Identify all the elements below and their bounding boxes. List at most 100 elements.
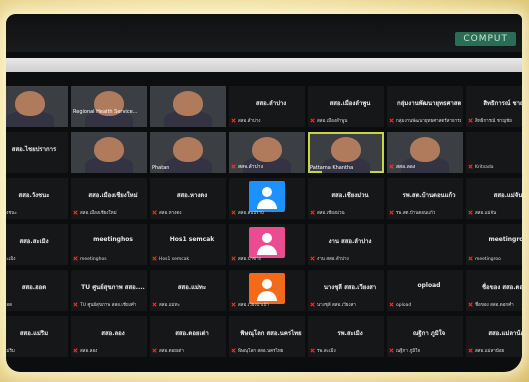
participant-name: opload xyxy=(417,282,441,289)
taskbar-dock xyxy=(24,370,144,372)
participant-tile[interactable]: สสอ.เมืองเชียงใหม่ สสอ.เมืองเชียงใหม่ xyxy=(71,178,147,219)
participant-tile[interactable]: งาน สสอ.ลำปาง งาน สสอ.ลำปาง xyxy=(308,224,384,265)
participant-tile[interactable] xyxy=(387,224,463,265)
participant-tile[interactable]: สสอ.แม่ทะ สสอ.แม่ทะ xyxy=(150,270,226,311)
participant-caption: สสอ.ลำปาง xyxy=(231,117,303,124)
participant-tile[interactable]: opload opload xyxy=(387,270,463,311)
participant-name: Hos1 semcak xyxy=(169,236,215,243)
participant-caption-text: สสอ.ลอง xyxy=(80,349,98,354)
mic-muted-icon xyxy=(231,256,236,261)
participant-caption-text: รพ.สต.บ้านดอนแก้ว xyxy=(396,211,436,216)
participant-caption-text: opload xyxy=(396,303,412,308)
participant-tile[interactable]: สสอ.สบปราบ xyxy=(229,178,305,219)
participant-tile[interactable]: Kritsada xyxy=(466,132,522,173)
participant-tile[interactable]: สสอ.ลอง สสอ.ลอง xyxy=(71,316,147,357)
participant-caption: Phatan xyxy=(152,165,169,171)
participant-tile[interactable]: สสอ.สะเมิงสสอ.สะเมิง xyxy=(6,224,68,265)
participant-caption: Pattama Khantha xyxy=(310,165,353,171)
participant-caption-text: สสอ.ลอง xyxy=(396,164,416,170)
participant-name: สสอ.ดอยเต่า xyxy=(175,330,209,337)
participant-name: สสอ.สะเมิง xyxy=(19,238,49,245)
participant-caption-text: สสอ.เมืองลำพูน xyxy=(317,119,348,124)
participant-caption-text: meetinghos xyxy=(80,257,107,262)
participant-tile[interactable]: Pattama Khantha xyxy=(308,132,384,173)
participant-name: สสอ.แม่ลาน้อย xyxy=(488,330,522,337)
participant-tile[interactable]: รพ.สะเมิง รพ.สะเมิง xyxy=(308,316,384,357)
participant-tile[interactable]: กลุ่มงานพัฒนายุทธศาสตร์ กลุ่มงานพัฒนายุทธ… xyxy=(387,86,463,127)
participant-tile[interactable] xyxy=(6,86,68,127)
participant-tile[interactable]: Phatan xyxy=(150,132,226,173)
participant-caption-text: สสอ.เชียงม่วน xyxy=(317,211,345,216)
participant-tile[interactable]: TU ศูนย์สุขภาพ สสอ.... TU ศูนย์สุขภาพ สสอ… xyxy=(71,270,147,311)
mic-muted-icon xyxy=(231,302,236,307)
participant-name: รพ.สะเมิง xyxy=(337,330,363,337)
participant-tile[interactable]: สิทธิการณ์ ชาญชัยสิทธิการณ์ ชาญชัย xyxy=(466,86,522,127)
monitor-screen: COMPUT Regional Health Service... สสอ.ลำป… xyxy=(6,14,522,372)
participant-tile[interactable]: สสอ.แม่ริมสสอ.แม่ริม xyxy=(6,316,68,357)
mic-muted-icon xyxy=(231,210,236,215)
participant-tile[interactable]: สสอ.ไชยปราการ xyxy=(6,132,68,173)
participant-name: สสอ.เมืองเชียงใหม่ xyxy=(88,192,138,199)
participant-tile[interactable]: Hos1 semcak Hos1 semcak xyxy=(150,224,226,265)
mic-muted-icon xyxy=(310,348,315,353)
participant-tile[interactable]: meetingroo meetingroo xyxy=(466,224,522,265)
participant-face xyxy=(93,136,125,163)
participant-caption: สสอ.แม่ริม xyxy=(6,347,66,354)
app-tag: COMPUT xyxy=(455,32,516,46)
participant-caption: meetinghos xyxy=(73,256,145,262)
participant-caption: สสอ.หางดง xyxy=(152,209,224,216)
participant-tile[interactable]: สสอ.แม่จัน สสอ.แม่จัน xyxy=(466,178,522,219)
participant-name: สสอ.เมืองลำพูน xyxy=(329,100,371,107)
participant-tile[interactable]: สสจ.ลำปาง xyxy=(229,132,305,173)
participant-caption: ชื่อของ สสอ.ดอกคำ xyxy=(468,301,522,308)
participant-caption: สสอ.เมืองลำพูน xyxy=(310,117,382,124)
participant-face xyxy=(409,136,441,163)
participant-name: นางชุลี สสอ.เวียงสา xyxy=(323,284,377,291)
participant-tile[interactable]: นางชุลี สสอ.เวียงสา นางชุลี สสอ.เวียงสา xyxy=(308,270,384,311)
mic-muted-icon xyxy=(152,302,157,307)
participant-tile[interactable]: สสอ.วังชนะสสอ.วังชนะ xyxy=(6,178,68,219)
participant-tile[interactable]: รพ.สต.บ้านดอนแก้ว รพ.สต.บ้านดอนแก้ว xyxy=(387,178,463,219)
participant-caption-text: สสอ.แม่ทะ xyxy=(159,303,180,308)
mic-muted-icon xyxy=(152,348,157,353)
participant-caption-text: สสอ.ป่าซาง xyxy=(238,257,261,262)
mic-muted-icon xyxy=(389,302,394,307)
avatar-head xyxy=(262,233,272,243)
participant-caption: สสจ.ลำปาง xyxy=(231,163,263,171)
participant-name: สสอ.แม่ริม xyxy=(19,330,49,337)
mic-muted-icon xyxy=(468,210,473,215)
participant-tile[interactable]: สสอ.ดอยเต่า สสอ.ดอยเต่า xyxy=(150,316,226,357)
participant-tile[interactable]: meetinghos meetinghos xyxy=(71,224,147,265)
mic-muted-icon xyxy=(231,164,236,169)
participant-tile[interactable]: สสอ.หางดง สสอ.หางดง xyxy=(150,178,226,219)
participant-tile[interactable]: สสอ.เวียงป่าเป้า xyxy=(229,270,305,311)
participant-caption-text: meetingroo xyxy=(475,257,501,262)
participant-name: ณฐิกา ภูมิใจ xyxy=(412,330,446,337)
camera-feed xyxy=(71,132,147,173)
participant-tile[interactable]: พิษณุโลก สสอ.นครไทย พิษณุโลก สสอ.นครไทย xyxy=(229,316,305,357)
participant-tile[interactable]: Regional Health Service... xyxy=(71,86,147,127)
participant-name: รพ.สต.บ้านดอนแก้ว xyxy=(402,192,456,199)
participant-tile[interactable]: ชื่อของ สสอ.ดอกคำชื่อของ สสอ.ดอกคำ xyxy=(466,270,522,311)
participant-tile[interactable] xyxy=(71,132,147,173)
participant-caption-text: ณฐิกา ภูมิใจ xyxy=(396,349,421,354)
mic-muted-icon xyxy=(389,118,394,123)
participant-tile[interactable]: สสอ.ฮอดสสอ.ฮอด xyxy=(6,270,68,311)
participant-tile[interactable]: สสอ.เมืองลำพูน สสอ.เมืองลำพูน xyxy=(308,86,384,127)
participant-tile[interactable]: สสอ.แม่ลาน้อยสสอ.แม่ลาน้อย xyxy=(466,316,522,357)
mic-muted-icon xyxy=(310,118,315,123)
participant-tile[interactable]: สสอ.ลำปาง สสอ.ลำปาง xyxy=(229,86,305,127)
avatar xyxy=(249,273,285,304)
participant-caption: Kritsada xyxy=(468,164,522,170)
participant-caption: รพ.สต.บ้านดอนแก้ว xyxy=(389,209,461,216)
participant-tile[interactable]: ณฐิกา ภูมิใจ ณฐิกา ภูมิใจ xyxy=(387,316,463,357)
participant-tile[interactable]: สสอ.ป่าซาง xyxy=(229,224,305,265)
participant-tile[interactable]: สสอ.ลอง xyxy=(387,132,463,173)
mic-muted-icon xyxy=(389,164,394,169)
participant-caption-text: สสอ.เมืองเชียงใหม่ xyxy=(80,211,117,216)
participant-tile[interactable]: สสอ.เชียงม่วน สสอ.เชียงม่วน xyxy=(308,178,384,219)
participant-caption: สสอ.แม่ทะ xyxy=(152,301,224,308)
participant-tile[interactable] xyxy=(150,86,226,127)
participant-caption-text: สสอ.ดอยเต่า xyxy=(159,349,184,354)
participant-face xyxy=(330,136,362,163)
